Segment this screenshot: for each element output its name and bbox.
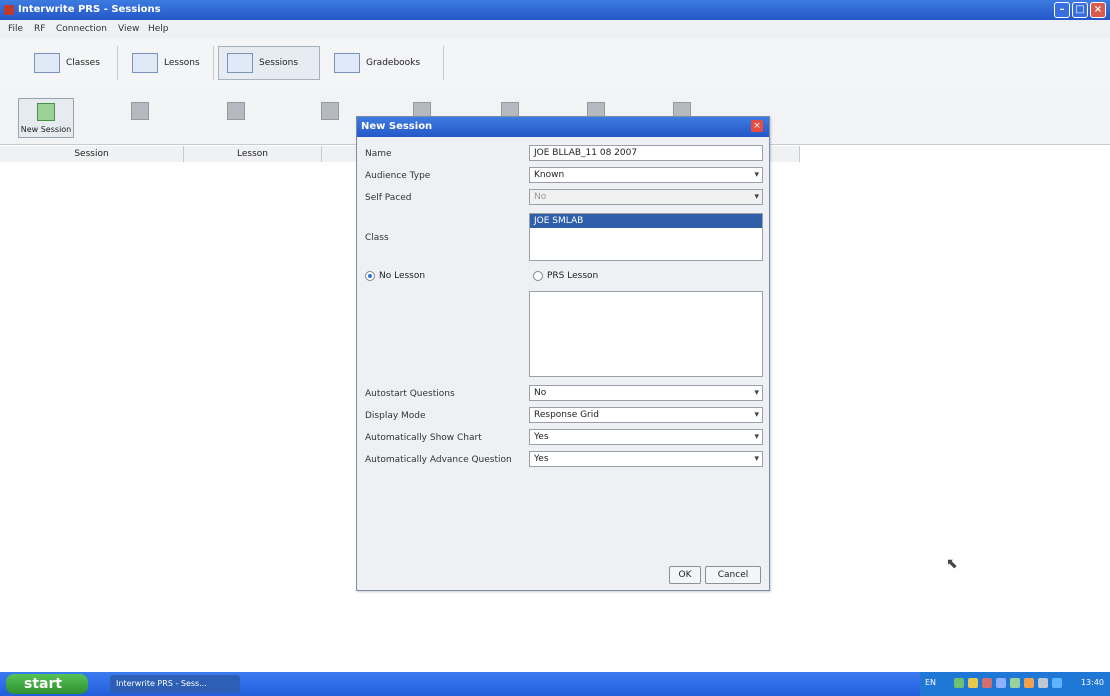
close-button[interactable]: × <box>1090 2 1106 18</box>
toolbar-button-4[interactable] <box>302 98 358 138</box>
auto-show-chart-select[interactable]: Yes <box>529 429 763 445</box>
windows-taskbar: start Interwrite PRS - Sess... EN 13:40 <box>0 672 1110 696</box>
system-tray: EN 13:40 <box>920 672 1110 696</box>
tray-icon[interactable] <box>1038 678 1048 688</box>
toolbar-button-3[interactable] <box>208 98 264 138</box>
menu-view[interactable]: View <box>118 24 139 34</box>
menu-file[interactable]: File <box>8 24 23 34</box>
main-tabs: Classes Lessons Sessions Gradebooks <box>0 38 1110 89</box>
tab-gradebooks[interactable]: Gradebooks <box>326 46 444 80</box>
prs-lesson-radio[interactable]: PRS Lesson <box>533 271 598 281</box>
ok-button[interactable]: OK <box>669 566 701 584</box>
tab-classes[interactable]: Classes <box>26 46 118 80</box>
radio-dot <box>533 271 543 281</box>
tray-icon[interactable] <box>996 678 1006 688</box>
menu-connection[interactable]: Connection <box>56 24 107 34</box>
maximize-button[interactable]: □ <box>1072 2 1088 18</box>
lesson-listbox[interactable] <box>529 291 763 377</box>
menu-rf[interactable]: RF <box>34 24 45 34</box>
tray-icon[interactable] <box>1024 678 1034 688</box>
new-session-icon <box>37 103 55 121</box>
menu-help[interactable]: Help <box>148 24 169 34</box>
autostart-select[interactable]: No <box>529 385 763 401</box>
auto-advance-label: Automatically Advance Question <box>365 455 512 465</box>
app-icon <box>4 5 14 15</box>
self-paced-select: No <box>529 189 763 205</box>
name-input[interactable]: JOE BLLAB_11 08 2007 <box>529 145 763 161</box>
class-listbox[interactable]: JOE SMLAB <box>529 213 763 261</box>
column-session[interactable]: Session <box>0 146 184 162</box>
start-button[interactable]: start <box>6 674 88 694</box>
tab-sessions[interactable]: Sessions <box>218 46 320 80</box>
language-indicator[interactable]: EN <box>925 678 936 687</box>
cancel-button[interactable]: Cancel <box>705 566 761 584</box>
autostart-label: Autostart Questions <box>365 389 455 399</box>
toolbar-button-2[interactable] <box>112 98 168 138</box>
window-title: Interwrite PRS - Sessions <box>18 4 161 15</box>
dialog-close-button[interactable]: × <box>751 120 763 132</box>
system-clock[interactable]: 13:40 <box>1081 678 1104 687</box>
gradebooks-icon <box>334 53 360 73</box>
dialog-title: New Session <box>357 117 769 137</box>
auto-advance-select[interactable]: Yes <box>529 451 763 467</box>
class-item-selected[interactable]: JOE SMLAB <box>530 214 762 228</box>
toolbar-icon <box>321 102 339 120</box>
audience-type-label: Audience Type <box>365 171 431 181</box>
toolbar-icon <box>131 102 149 120</box>
sessions-icon <box>227 53 253 73</box>
tray-icon[interactable] <box>1052 678 1062 688</box>
mouse-cursor-icon: ⬉ <box>946 556 958 572</box>
class-label: Class <box>365 233 389 243</box>
radio-dot <box>365 271 375 281</box>
tray-icon[interactable] <box>968 678 978 688</box>
new-session-button[interactable]: New Session <box>18 98 74 138</box>
minimize-button[interactable]: – <box>1054 2 1070 18</box>
new-session-dialog: New Session × Name JOE BLLAB_11 08 2007 … <box>356 116 770 591</box>
display-mode-select[interactable]: Response Grid <box>529 407 763 423</box>
audience-type-select[interactable]: Known <box>529 167 763 183</box>
menu-bar: File RF Connection View Help <box>0 20 1110 38</box>
column-lesson[interactable]: Lesson <box>184 146 322 162</box>
name-label: Name <box>365 149 392 159</box>
display-mode-label: Display Mode <box>365 411 426 421</box>
lessons-icon <box>132 53 158 73</box>
tray-icon[interactable] <box>954 678 964 688</box>
tray-icon[interactable] <box>1010 678 1020 688</box>
auto-show-chart-label: Automatically Show Chart <box>365 433 482 443</box>
toolbar-icon <box>227 102 245 120</box>
classes-icon <box>34 53 60 73</box>
tray-icon[interactable] <box>982 678 992 688</box>
window-titlebar: Interwrite PRS - Sessions – □ × <box>0 0 1110 20</box>
self-paced-label: Self Paced <box>365 193 412 203</box>
tab-lessons[interactable]: Lessons <box>124 46 214 80</box>
no-lesson-radio[interactable]: No Lesson <box>365 271 425 281</box>
taskbar-app-item[interactable]: Interwrite PRS - Sess... <box>110 675 240 693</box>
